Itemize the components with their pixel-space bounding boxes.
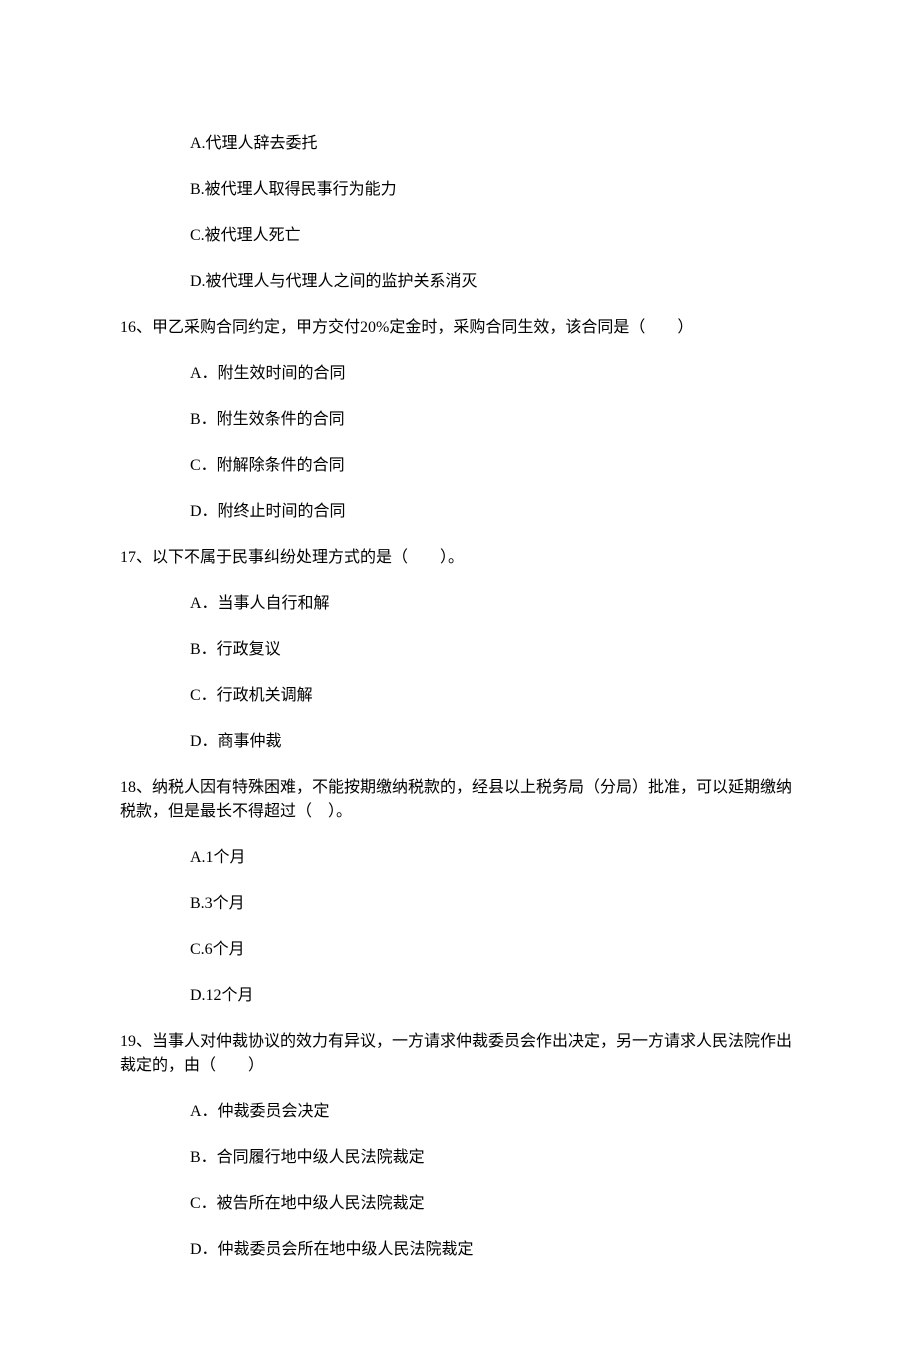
exam-page: A.代理人辞去委托 B.被代理人取得民事行为能力 C.被代理人死亡 D.被代理人… [0, 0, 920, 1364]
q15-option-d: D.被代理人与代理人之间的监护关系消灭 [190, 270, 800, 294]
q17-option-d: D．商事仲裁 [190, 730, 800, 754]
q19-stem: 19、当事人对仲裁协议的效力有异议，一方请求仲裁委员会作出决定，另一方请求人民法… [120, 1030, 800, 1078]
q18-option-a: A.1个月 [190, 846, 800, 870]
q16-option-b: B．附生效条件的合同 [190, 408, 800, 432]
q16-option-d: D．附终止时间的合同 [190, 500, 800, 524]
q15-option-b: B.被代理人取得民事行为能力 [190, 178, 800, 202]
q19-option-c: C．被告所在地中级人民法院裁定 [190, 1192, 800, 1216]
q19-option-b: B．合同履行地中级人民法院裁定 [190, 1146, 800, 1170]
q17-stem: 17、以下不属于民事纠纷处理方式的是（ ）。 [120, 546, 800, 570]
q19-option-d: D．仲裁委员会所在地中级人民法院裁定 [190, 1238, 800, 1262]
q16-stem: 16、甲乙采购合同约定，甲方交付20%定金时，采购合同生效，该合同是（ ） [120, 316, 800, 340]
q18-stem: 18、纳税人因有特殊困难，不能按期缴纳税款的，经县以上税务局（分局）批准，可以延… [120, 776, 800, 824]
q17-option-a: A．当事人自行和解 [190, 592, 800, 616]
q15-option-a: A.代理人辞去委托 [190, 132, 800, 156]
q17-option-c: C．行政机关调解 [190, 684, 800, 708]
q18-option-d: D.12个月 [190, 984, 800, 1008]
q16-option-a: A．附生效时间的合同 [190, 362, 800, 386]
q16-option-c: C．附解除条件的合同 [190, 454, 800, 478]
q19-option-a: A．仲裁委员会决定 [190, 1100, 800, 1124]
q15-option-c: C.被代理人死亡 [190, 224, 800, 248]
q18-option-b: B.3个月 [190, 892, 800, 916]
q17-option-b: B．行政复议 [190, 638, 800, 662]
q18-option-c: C.6个月 [190, 938, 800, 962]
